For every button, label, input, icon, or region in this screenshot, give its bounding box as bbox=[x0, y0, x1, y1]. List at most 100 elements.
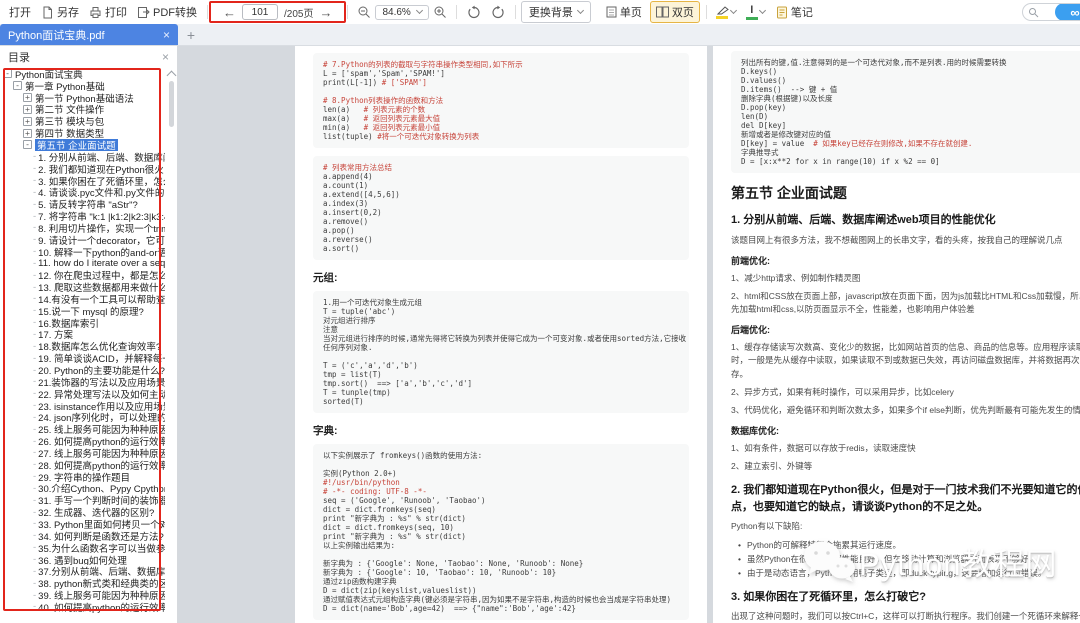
toc-item[interactable]: - 1. 分别从前端、后端、数据库阐述web项目的性能优化 bbox=[0, 151, 165, 162]
rotate-right-button[interactable] bbox=[491, 5, 505, 19]
next-page-button[interactable]: → bbox=[319, 6, 332, 19]
toc-item[interactable]: + 第一节 Python基础语法 bbox=[0, 92, 165, 104]
open-button[interactable]: 打开 bbox=[4, 2, 36, 22]
toc-item[interactable]: - 2. 我们都知道现在Python很火，但是对于一门技术 bbox=[0, 163, 165, 174]
chevron-down-icon bbox=[576, 6, 584, 15]
toc-item[interactable]: - 8. 利用切片操作，实现一个trim()函数 bbox=[0, 222, 165, 233]
toc-item[interactable]: - 4. 请谈谈.pyc文件和.py文件的区别 bbox=[0, 186, 165, 198]
toc-item[interactable]: - 35.为什么函数名字可以当做参数用 bbox=[0, 542, 165, 554]
underline-tool-button[interactable]: I bbox=[745, 4, 766, 20]
prev-page-button[interactable]: ← bbox=[223, 6, 236, 19]
expand-toggle-icon[interactable]: + bbox=[23, 128, 32, 138]
toc-item[interactable]: - 18.数据库怎么优化查询效率? bbox=[0, 340, 165, 352]
zoom-in-button[interactable] bbox=[433, 5, 447, 19]
toc-item[interactable]: - 29. 字符串的操作题目 bbox=[0, 471, 165, 482]
rotate-left-button[interactable] bbox=[467, 5, 481, 19]
document-tab-title: Python面试宝典.pdf bbox=[8, 29, 105, 42]
list-item: 由于是动态语言，Python使用鸭子类型，即duck-typing，这会增加运行… bbox=[738, 567, 1080, 580]
toc-item-label: 第五节 企业面试题 bbox=[35, 139, 118, 151]
collapse-toggle-icon[interactable]: - bbox=[13, 81, 22, 91]
print-button[interactable]: 打印 bbox=[84, 2, 132, 22]
toc-item[interactable]: - 第五节 企业面试题 bbox=[0, 139, 165, 151]
document-tab[interactable]: Python面试宝典.pdf × bbox=[0, 24, 178, 45]
toc-item[interactable]: - 第一章 Python基础 bbox=[0, 80, 165, 92]
code-block: 1.用一个可迭代对象生成元组 T = tuple('abc') 对元组进行排序 注意当… bbox=[313, 291, 689, 413]
zoom-level-dropdown[interactable]: 84.6% bbox=[375, 4, 429, 20]
pdf-convert-button[interactable]: PDF转换 bbox=[132, 2, 202, 22]
toc-item[interactable]: - 24. json序列化时，可以处理的数据类型 bbox=[0, 411, 165, 423]
scroll-up-icon[interactable] bbox=[166, 70, 176, 81]
toc-item[interactable]: - 9. 请设计一个decorator，它可作用于任何函数 bbox=[0, 234, 165, 246]
toc-item[interactable]: - 38. python新式类和经典类的区别 bbox=[0, 577, 165, 589]
single-page-button[interactable]: 单页 bbox=[600, 1, 648, 23]
collapse-toggle-icon[interactable]: - bbox=[23, 140, 32, 150]
toc-scrollbar[interactable] bbox=[166, 68, 176, 623]
toc-item[interactable]: - 17. 方案 bbox=[0, 328, 165, 340]
toc-item-label: 35.为什么函数名字可以当做参数用 bbox=[38, 543, 165, 554]
toc-item[interactable]: - 36. 遇到bug如何处理 bbox=[0, 554, 165, 565]
expand-toggle-icon[interactable]: + bbox=[23, 93, 32, 103]
scrollbar-thumb[interactable] bbox=[168, 81, 174, 127]
toc-item[interactable]: - 16.数据库索引 bbox=[0, 317, 165, 328]
toc-item[interactable]: - 28. 如何提高python的运行效率 bbox=[0, 459, 165, 470]
subheading: 后端优化: bbox=[731, 325, 770, 336]
toc-item[interactable]: - 26. 如何提高python的运行效率 bbox=[0, 435, 165, 447]
toc-item-label: 9. 请设计一个decorator，它可作用于任何函数 bbox=[38, 235, 165, 246]
highlighter-tool-button[interactable] bbox=[716, 5, 737, 19]
toc-item[interactable]: - 31. 手写一个判断时间的装饰器 bbox=[0, 494, 165, 506]
toc-item[interactable]: + 第二节 文件操作 bbox=[0, 104, 165, 115]
toc-item[interactable]: - 7. 将字符串 "k:1 |k1:2|k2:3|k3:4" bbox=[0, 210, 165, 222]
app-logo-button[interactable]: ∞ bbox=[1055, 4, 1080, 20]
chevron-down-icon bbox=[415, 6, 423, 15]
toc-item[interactable]: - 5. 请反转字符串 "aStr"? bbox=[0, 198, 165, 210]
toc-item[interactable]: - 13. 爬取这些数据都用来做什么的 bbox=[0, 281, 165, 293]
toc-item[interactable]: - 33. Python里面如何拷贝一个对象? bbox=[0, 518, 165, 529]
toc-item[interactable]: - 40. 如何提高python的运行效率 bbox=[0, 601, 165, 613]
toc-item[interactable]: - 27. 线上服务可能因为种种原因导致挂掉 bbox=[0, 447, 165, 458]
page-number-input[interactable] bbox=[242, 4, 278, 20]
section-heading: 元组: bbox=[313, 272, 338, 284]
toc-item[interactable]: - 22. 异常处理写法以及如何主动抛出异常 bbox=[0, 388, 165, 399]
notes-button[interactable]: 笔记 bbox=[771, 2, 818, 22]
toc-item[interactable]: + 第四节 数据类型 bbox=[0, 127, 165, 139]
toc-item[interactable]: - 10. 解释一下python的and-or语法 bbox=[0, 246, 165, 258]
save-as-button[interactable]: 另存 bbox=[36, 2, 84, 22]
toc-item-label: 15.说一下 mysql 的原理? bbox=[38, 306, 144, 317]
toc-item[interactable]: - 19. 简单谈谈ACID，并解释每一个特性 bbox=[0, 352, 165, 364]
toc-item[interactable]: - 15.说一下 mysql 的原理? bbox=[0, 305, 165, 317]
toc-item[interactable]: - 3. 如果你困在了死循环里，怎么打破它? bbox=[0, 175, 165, 186]
underline-icon: I bbox=[745, 4, 758, 20]
tree-line: - bbox=[33, 328, 37, 340]
toc-item[interactable]: - 32. 生成器、迭代器的区别? bbox=[0, 506, 165, 518]
toc-item[interactable]: - 23. isinstance作用以及应用场景 bbox=[0, 400, 165, 411]
toc-item[interactable]: - 30.介绍Cython、Pypy Cpython的区别 bbox=[0, 483, 165, 494]
tab-close-icon[interactable]: × bbox=[163, 28, 170, 42]
double-page-button[interactable]: 双页 bbox=[649, 1, 700, 23]
toc-panel-title: 目录 bbox=[8, 52, 30, 64]
collapse-toggle-icon[interactable]: - bbox=[3, 69, 12, 79]
section-heading: 2. 我们都知道现在Python很火，但是对于一门技术我们不光要知道它的优点，也… bbox=[731, 484, 1080, 513]
toc-item[interactable]: - 12. 你在爬虫过程中，都是怎么解决反爬的 bbox=[0, 269, 165, 281]
change-background-dropdown[interactable]: 更换背景 bbox=[520, 1, 591, 23]
zoom-level-value: 84.6% bbox=[382, 6, 411, 18]
tree-line: - bbox=[33, 601, 37, 613]
toc-item[interactable]: - 20. Python的主要功能是什么? bbox=[0, 364, 165, 376]
toc-item[interactable]: - 11. how do I iterate over a sequence bbox=[0, 258, 165, 270]
toc-item[interactable]: - Python面试宝典 bbox=[0, 68, 165, 80]
expand-toggle-icon[interactable]: + bbox=[23, 117, 32, 126]
tree-line: - bbox=[33, 246, 37, 258]
toc-item[interactable]: - 14.有没有一个工具可以帮助查找 bbox=[0, 293, 165, 304]
document-viewport[interactable]: # 7.Python的列表的截取与字符串操作类型相同,如下所示 L = ['spa… bbox=[178, 46, 1080, 623]
toc-item[interactable]: - 34. 如何判断是函数还是方法? bbox=[0, 530, 165, 541]
expand-toggle-icon[interactable]: + bbox=[23, 105, 32, 114]
toc-item[interactable]: - 37.分别从前端、后端、数据库阐述 bbox=[0, 565, 165, 577]
new-tab-button[interactable]: + bbox=[178, 24, 204, 45]
search-box[interactable]: ∞ bbox=[1022, 3, 1080, 21]
zoom-out-button[interactable] bbox=[357, 5, 371, 19]
toc-item[interactable]: - 25. 线上服务可能因为种种原因导致挂掉 bbox=[0, 423, 165, 435]
toc-item[interactable]: - 39. 线上服务可能因为种种原因导致挂掉 bbox=[0, 589, 165, 601]
toc-item-label: 第四节 数据类型 bbox=[35, 129, 105, 140]
toc-item[interactable]: + 第三节 模块与包 bbox=[0, 115, 165, 127]
toc-item[interactable]: - 21.装饰器的写法以及应用场景 bbox=[0, 376, 165, 387]
toc-close-icon[interactable]: × bbox=[162, 50, 169, 64]
